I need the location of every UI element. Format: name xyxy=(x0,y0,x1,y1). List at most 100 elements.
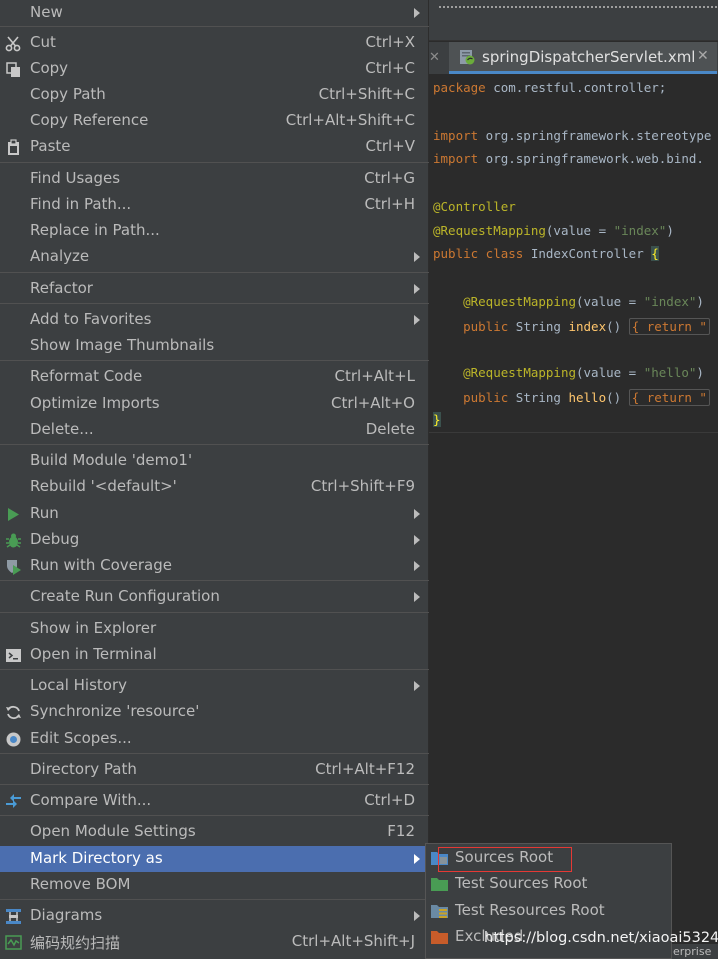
code-line: @Controller xyxy=(433,199,516,214)
menu-item-build-module-demo1[interactable]: Build Module 'demo1' xyxy=(0,448,429,474)
menu-item-run[interactable]: Run xyxy=(0,501,429,527)
menu-item-label: Compare With... xyxy=(30,791,152,809)
menu-item-shortcut: F12 xyxy=(387,822,415,840)
context-menu: New Cut Ctrl+X Copy Ctrl+C Copy Path Ctrl+Shif… xyxy=(0,0,429,959)
code-line: public String hello() { return " xyxy=(433,389,710,406)
submenu-arrow-icon xyxy=(414,911,420,921)
menu-item-label: 编码规约扫描 xyxy=(30,934,121,952)
menu-item-label: Find in Path... xyxy=(30,195,132,213)
menu-item-rebuild-default[interactable]: Rebuild '<default>' Ctrl+Shift+F9 xyxy=(0,474,429,500)
menu-item-new[interactable]: New xyxy=(0,0,429,26)
menu-separator xyxy=(0,303,429,304)
code-area[interactable]: package com.restful.controller; import o… xyxy=(429,74,718,433)
menu-item-copy[interactable]: Copy Ctrl+C xyxy=(0,56,429,82)
menu-item-edit-scopes[interactable]: Edit Scopes... xyxy=(0,726,429,752)
diagram-icon xyxy=(5,908,22,925)
clipboard-icon xyxy=(5,139,22,156)
menu-item-copy-path[interactable]: Copy Path Ctrl+Shift+C xyxy=(0,82,429,108)
coverage-icon xyxy=(5,558,22,575)
menu-item-shortcut: Ctrl+G xyxy=(364,169,415,187)
menu-item-replace-in-path[interactable]: Replace in Path... xyxy=(0,218,429,244)
copy-icon xyxy=(5,61,22,78)
menu-separator xyxy=(0,444,429,445)
code-line: package com.restful.controller; xyxy=(433,80,667,95)
menu-item-copy-reference[interactable]: Copy Reference Ctrl+Alt+Shift+C xyxy=(0,108,429,134)
menu-item-debug[interactable]: Debug xyxy=(0,527,429,553)
highlight-box xyxy=(438,847,572,872)
menu-item-label: Debug xyxy=(30,530,80,548)
menu-item-mark-directory-as[interactable]: Mark Directory as xyxy=(0,846,429,872)
menu-item-cut[interactable]: Cut Ctrl+X xyxy=(0,30,429,56)
menu-item-label: Create Run Configuration xyxy=(30,587,220,605)
menu-item-label: Synchronize 'resource' xyxy=(30,702,200,720)
menu-separator xyxy=(0,784,429,785)
code-line: import org.springframework.stereotype xyxy=(433,128,712,143)
submenu-arrow-icon xyxy=(414,8,420,18)
submenu-arrow-icon xyxy=(414,284,420,294)
menu-item-refactor[interactable]: Refactor xyxy=(0,276,429,302)
menu-item-compare-with[interactable]: Compare With... Ctrl+D xyxy=(0,788,429,814)
menu-item-label: Delete... xyxy=(30,420,94,438)
menu-item-label: Show in Explorer xyxy=(30,619,157,637)
menu-separator xyxy=(0,612,429,613)
submenu-arrow-icon xyxy=(414,252,420,262)
submenu-item-sources-root[interactable]: Sources Root xyxy=(426,845,671,872)
menu-item-create-run-configuration[interactable]: Create Run Configuration xyxy=(0,584,429,610)
menu-item-shortcut: Delete xyxy=(365,420,415,438)
menu-item-label: Remove BOM xyxy=(30,875,131,893)
submenu-arrow-icon xyxy=(414,561,420,571)
menu-item-label: Local History xyxy=(30,676,128,694)
menu-item-reformat-code[interactable]: Reformat Code Ctrl+Alt+L xyxy=(0,364,429,390)
menu-item-label: Find Usages xyxy=(30,169,121,187)
tab-close-icon[interactable]: ✕ xyxy=(697,48,709,64)
menu-item-run-with-coverage[interactable]: Run with Coverage xyxy=(0,553,429,579)
submenu-arrow-icon xyxy=(414,535,420,545)
menu-separator xyxy=(0,899,429,900)
sync-icon xyxy=(5,704,22,721)
submenu-arrow-icon xyxy=(414,592,420,602)
scope-icon xyxy=(5,731,22,748)
menu-item-open-module-settings[interactable]: Open Module Settings F12 xyxy=(0,819,429,845)
menu-item-label: Rebuild '<default>' xyxy=(30,477,177,495)
code-line: public String index() { return " xyxy=(433,318,710,335)
menu-item-find-in-path[interactable]: Find in Path... Ctrl+H xyxy=(0,192,429,218)
submenu-item-test-resources-root[interactable]: Test Resources Root xyxy=(426,898,671,924)
menu-item-diagrams[interactable]: Diagrams xyxy=(0,903,429,929)
tab-spring-dispatcher-servlet[interactable]: springDispatcherServlet.xml ✕ xyxy=(449,42,717,74)
excluded-folder-icon xyxy=(431,931,448,944)
close-icon[interactable]: ✕ xyxy=(429,50,440,65)
menu-item-remove-bom[interactable]: Remove BOM xyxy=(0,872,429,898)
menu-item-show-in-explorer[interactable]: Show in Explorer xyxy=(0,616,429,642)
watermark-url: https://blog.csdn.net/xiaoai5324 xyxy=(484,930,718,946)
menu-item-directory-path[interactable]: Directory Path Ctrl+Alt+F12 xyxy=(0,757,429,783)
menu-item-local-history[interactable]: Local History xyxy=(0,673,429,699)
menu-separator xyxy=(0,815,429,816)
menu-item-find-usages[interactable]: Find Usages Ctrl+G xyxy=(0,166,429,192)
menu-item-shortcut: Ctrl+Alt+F12 xyxy=(315,760,415,778)
menu-item-shortcut: Ctrl+D xyxy=(364,791,415,809)
menu-item-optimize-imports[interactable]: Optimize Imports Ctrl+Alt+O xyxy=(0,391,429,417)
run-icon xyxy=(5,506,22,523)
editor-tab-bar: ✕ springDispatcherServlet.xml ✕ xyxy=(429,42,718,75)
menu-item-analyze[interactable]: Analyze xyxy=(0,244,429,270)
menu-item-label: Copy xyxy=(30,59,69,77)
menu-item-label: Edit Scopes... xyxy=(30,729,132,747)
menu-item-show-image-thumbnails[interactable]: Show Image Thumbnails xyxy=(0,333,429,359)
menu-item-paste[interactable]: Paste Ctrl+V xyxy=(0,134,429,160)
submenu-item-test-sources-root[interactable]: Test Sources Root xyxy=(426,871,671,897)
code-line: } xyxy=(433,412,441,427)
compare-icon xyxy=(5,793,22,810)
menu-item-add-to-favorites[interactable]: Add to Favorites xyxy=(0,307,429,333)
menu-item-label: Replace in Path... xyxy=(30,221,160,239)
menu-item-synchronize-resource[interactable]: Synchronize 'resource' xyxy=(0,699,429,725)
menu-item-scan-code[interactable]: 编码规约扫描 Ctrl+Alt+Shift+J xyxy=(0,929,429,955)
menu-item-delete[interactable]: Delete... Delete xyxy=(0,417,429,443)
menu-separator xyxy=(0,360,429,361)
menu-item-shortcut: Ctrl+X xyxy=(365,33,415,51)
menu-item-shortcut: Ctrl+Alt+Shift+J xyxy=(291,932,415,950)
menu-item-open-in-terminal[interactable]: Open in Terminal xyxy=(0,642,429,668)
menu-item-shortcut: Ctrl+Alt+L xyxy=(334,367,416,385)
menu-item-label: Show Image Thumbnails xyxy=(30,336,215,354)
code-editor[interactable]: ✕ springDispatcherServlet.xml ✕ package … xyxy=(429,0,718,959)
menu-separator xyxy=(0,26,429,27)
